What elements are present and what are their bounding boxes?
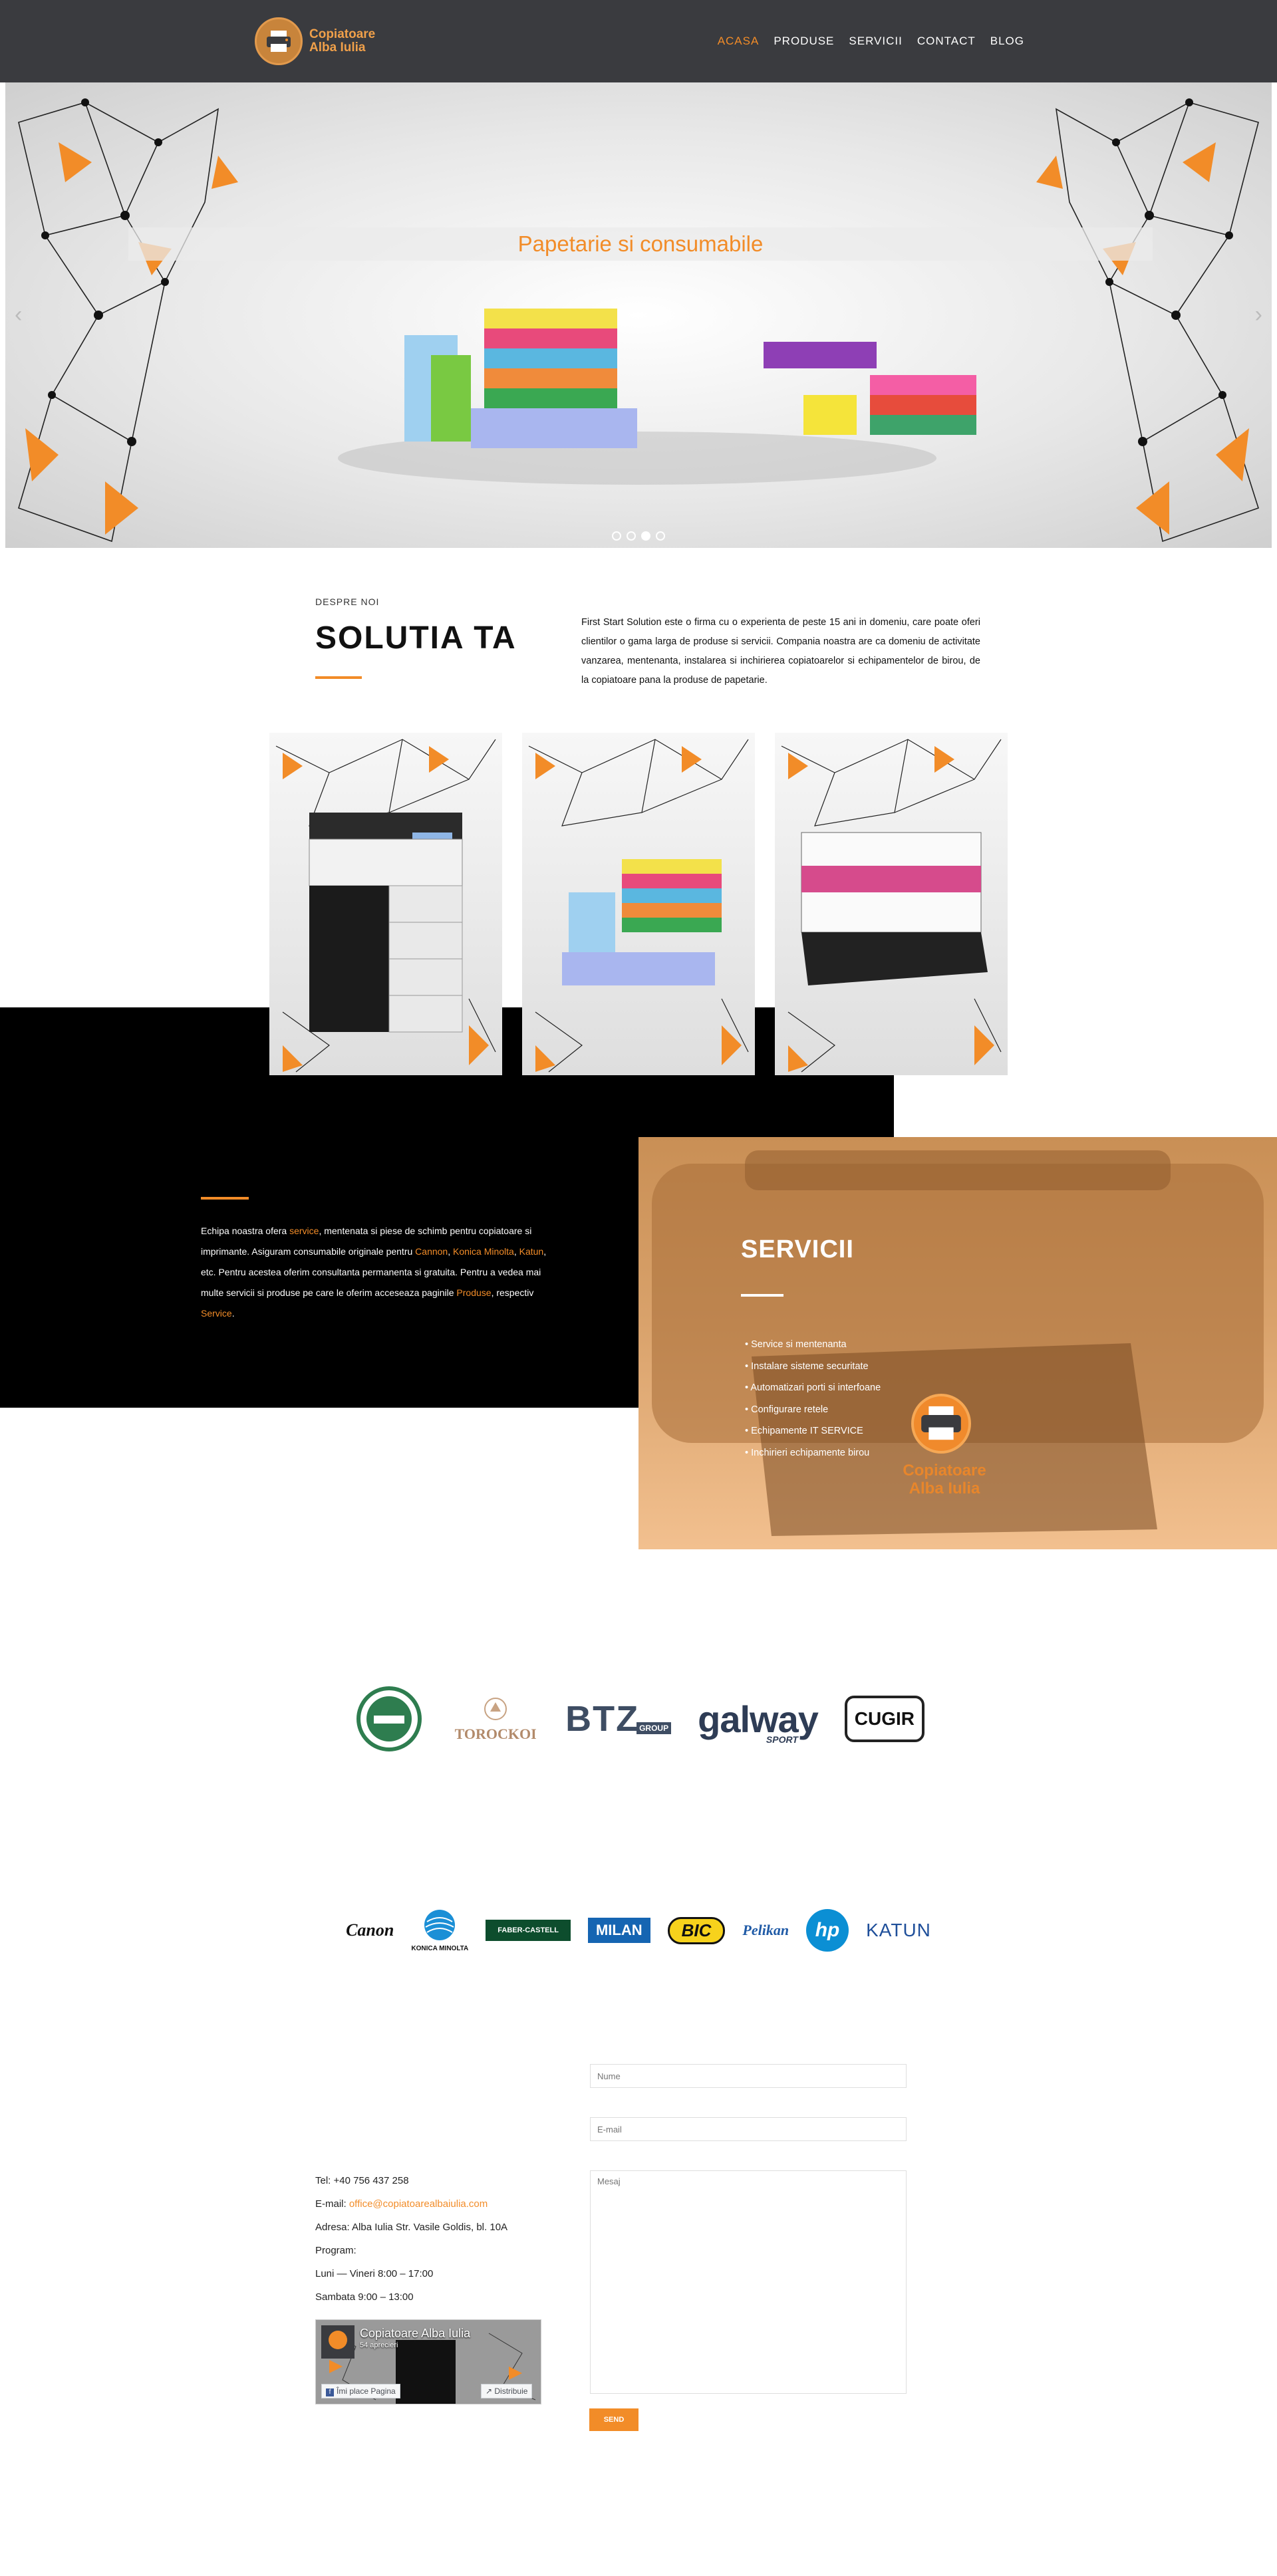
- services-title: SERVICII: [741, 1235, 854, 1263]
- client-logo-torockoi[interactable]: TOROCKOI: [452, 1696, 539, 1743]
- brand-katun[interactable]: KATUN: [866, 1920, 931, 1941]
- toner-illustration: [801, 832, 988, 985]
- brand-milan[interactable]: MILAN: [587, 1918, 650, 1943]
- client-logo-btz[interactable]: BTZ GROUP: [565, 1698, 672, 1739]
- nav-servicii[interactable]: SERVICII: [849, 35, 902, 48]
- service-item[interactable]: Configurare retele: [745, 1399, 881, 1421]
- contact-address: Adresa: Alba Iulia Str. Vasile Goldis, b…: [315, 2222, 508, 2233]
- nav-produse[interactable]: PRODUSE: [774, 35, 834, 48]
- contact-email-link[interactable]: office@copiatoarealbaiulia.com: [349, 2198, 488, 2210]
- about-kicker: DESPRE NOI: [315, 596, 380, 607]
- link-service-2[interactable]: Service: [201, 1308, 232, 1319]
- service-item[interactable]: Inchirieri echipamente birou: [745, 1442, 881, 1464]
- link-service[interactable]: service: [289, 1225, 319, 1236]
- site-header: Copiatoare Alba Iulia ACASA PRODUSE SERVI…: [0, 0, 1277, 82]
- service-item[interactable]: Echipamente IT SERVICE: [745, 1420, 881, 1442]
- services-logo-icon: [911, 1394, 971, 1454]
- facebook-page-title[interactable]: Copiatoare Alba Iulia: [360, 2327, 470, 2341]
- link-cannon[interactable]: Cannon: [415, 1246, 448, 1257]
- hero-slider: Papetarie si consumabile ‹ ›: [5, 82, 1272, 548]
- hero-caption-banner: Papetarie si consumabile: [128, 227, 1153, 261]
- hero-caption: Papetarie si consumabile: [517, 231, 764, 256]
- nav-contact[interactable]: CONTACT: [917, 35, 976, 48]
- service-item[interactable]: Automatizari porti si interfoane: [745, 1377, 881, 1399]
- facebook-like-button[interactable]: f Îmi place Pagina: [321, 2384, 400, 2398]
- about-title: SOLUTIA TA: [315, 620, 517, 656]
- about-text: First Start Solution este o firma cu o e…: [581, 617, 980, 686]
- service-item[interactable]: Service si mentenanta: [745, 1334, 881, 1356]
- brand-bic[interactable]: BIC: [667, 1916, 726, 1944]
- hero-dot-4[interactable]: [656, 531, 665, 541]
- client-logo-seal[interactable]: [353, 1682, 426, 1755]
- brand-konica[interactable]: KONICA MINOLTA: [411, 1908, 468, 1952]
- printer-logo-icon: [255, 17, 303, 65]
- link-produse[interactable]: Produse: [456, 1287, 491, 1298]
- brand-canon[interactable]: Canon: [346, 1920, 394, 1940]
- brand-logos: Canon KONICA MINOLTA FABER-CASTELL MILAN…: [0, 1908, 1277, 1952]
- facebook-icon: f: [326, 2388, 334, 2396]
- share-icon: ↗: [486, 2386, 495, 2396]
- card-stationery[interactable]: [522, 733, 755, 1075]
- hero-prev-icon[interactable]: ‹: [15, 302, 22, 328]
- card-toner[interactable]: [775, 733, 1008, 1075]
- send-button[interactable]: SEND: [589, 2408, 638, 2431]
- logo-text: Copiatoare Alba Iulia: [309, 27, 376, 55]
- services-list: Service si mentenanta Instalare sisteme …: [745, 1334, 881, 1464]
- facebook-likes-count: 54 aprecieri: [360, 2341, 398, 2349]
- hero-dot-1[interactable]: [612, 531, 621, 541]
- link-katun[interactable]: Katun: [519, 1246, 544, 1257]
- email-field[interactable]: [590, 2117, 907, 2141]
- contact-saturday: Sambata 9:00 – 13:00: [315, 2291, 414, 2303]
- facebook-share-button[interactable]: ↗ Distribuie: [481, 2384, 533, 2398]
- stationery-illustration: [338, 309, 976, 485]
- contact-program: Program:: [315, 2245, 356, 2256]
- client-logos: TOROCKOI BTZ GROUP galway SPORT CUGIR: [0, 1682, 1277, 1755]
- hero-pagination: [612, 531, 665, 541]
- brand-hp[interactable]: hp: [806, 1909, 849, 1952]
- band-text: Echipa noastra ofera service, mentenata …: [201, 1225, 547, 1319]
- contact-tel: Tel: +40 756 437 258: [315, 2175, 409, 2186]
- services-accent-line: [741, 1294, 783, 1297]
- contact-weekdays: Luni — Vineri 8:00 – 17:00: [315, 2268, 434, 2279]
- stationery-card-illustration: [562, 859, 722, 985]
- message-field[interactable]: [590, 2170, 907, 2394]
- hero-next-icon[interactable]: ›: [1255, 302, 1262, 328]
- brand-pelikan[interactable]: Pelikan: [742, 1922, 789, 1939]
- copier-illustration: [309, 813, 463, 1033]
- contact-email-row: E-mail: office@copiatoarealbaiulia.com: [315, 2198, 488, 2210]
- nav-acasa[interactable]: ACASA: [718, 35, 760, 48]
- facebook-page-widget[interactable]: Copiatoare Alba Iulia 54 aprecieri f Îmi …: [315, 2319, 541, 2404]
- services-brand-text: Copiatoare Alba Iulia: [903, 1462, 986, 1497]
- hero-dot-3[interactable]: [641, 531, 650, 541]
- client-logo-galway[interactable]: galway SPORT: [698, 1698, 819, 1745]
- service-item[interactable]: Instalare sisteme securitate: [745, 1356, 881, 1378]
- about-accent-line: [315, 676, 362, 679]
- brand-faber[interactable]: FABER-CASTELL: [486, 1920, 571, 1941]
- card-copier[interactable]: [269, 733, 502, 1075]
- client-logo-cugir[interactable]: CUGIR: [844, 1696, 924, 1742]
- hero-dot-2[interactable]: [627, 531, 636, 541]
- services-panel: SERVICII Service si mentenanta Instalare…: [638, 1137, 1277, 1549]
- link-konica[interactable]: Konica Minolta: [453, 1246, 514, 1257]
- nav-blog[interactable]: BLOG: [990, 35, 1024, 48]
- hero-network-graphic: [18, 98, 1259, 543]
- contact-info: Tel: +40 756 437 258 E-mail: office@copi…: [315, 2169, 507, 2309]
- band-accent-line: [201, 1197, 249, 1200]
- name-field[interactable]: [590, 2064, 907, 2088]
- main-nav: ACASA PRODUSE SERVICII CONTACT BLOG: [718, 35, 1024, 48]
- logo-link[interactable]: Copiatoare Alba Iulia: [255, 17, 375, 65]
